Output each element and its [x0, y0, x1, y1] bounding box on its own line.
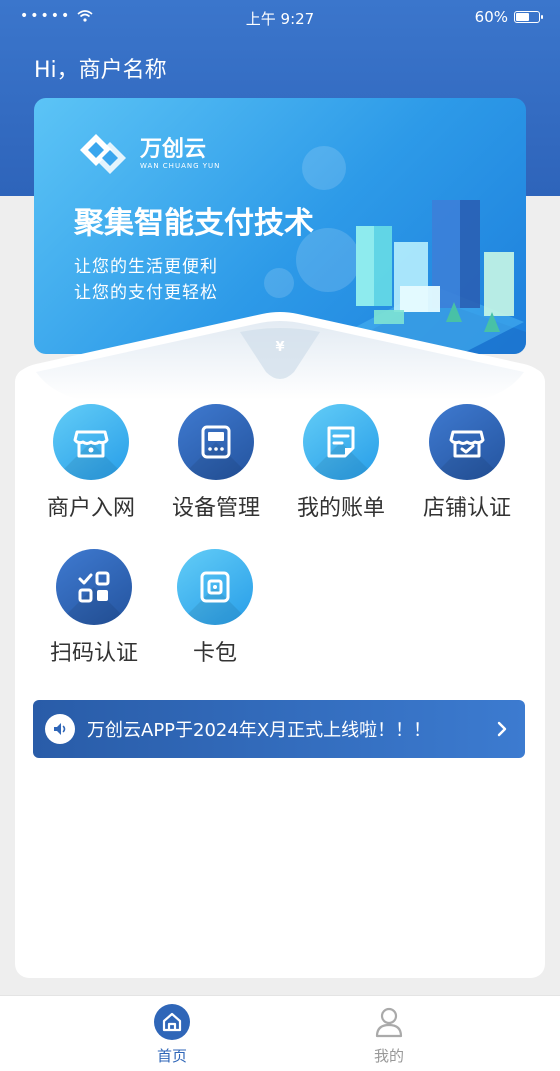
menu-item-my-bills[interactable]: 我的账单: [279, 404, 403, 522]
greeting-text: Hi，商户名称: [34, 58, 167, 83]
chevron-right-icon: [497, 721, 507, 737]
bill-icon: [303, 404, 379, 480]
menu-item-label: 扫码认证: [49, 641, 138, 666]
store-verify-icon: [429, 404, 505, 480]
announcement-bar[interactable]: 万创云APP于2024年X月正式上线啦！！！: [33, 700, 525, 758]
brand-name: 万创云: [140, 137, 207, 162]
brand-name-en: WAN CHUANG YUN: [140, 162, 221, 170]
banner-notch: [15, 312, 545, 400]
tab-label: 首页: [156, 1047, 187, 1065]
banner-bubble: [264, 268, 294, 298]
qr-scan-icon: [56, 549, 132, 625]
bottom-tab-bar: 首页 我的: [0, 995, 560, 1071]
menu-item-device-management[interactable]: 设备管理: [154, 404, 278, 522]
brand-logo: 万创云 WAN CHUANG YUN: [74, 132, 220, 176]
banner-title: 聚集智能支付技术: [74, 206, 314, 241]
menu-item-qr-verification[interactable]: 扫码认证: [32, 549, 156, 667]
store-icon: [53, 404, 129, 480]
speaker-icon: [45, 714, 75, 744]
card-wallet-icon: [177, 549, 253, 625]
brand-logo-icon: [80, 134, 126, 174]
menu-item-store-verification[interactable]: 店铺认证: [405, 404, 529, 522]
home-icon: [154, 1004, 190, 1040]
status-bar: ••••• 上午 9:27 60%: [0, 0, 560, 34]
menu-item-label: 店铺认证: [422, 496, 511, 521]
tab-label: 我的: [373, 1047, 404, 1065]
menu-item-label: 商户入网: [46, 496, 135, 521]
menu-item-label: 我的账单: [296, 496, 385, 521]
menu-item-card-wallet[interactable]: 卡包: [153, 549, 277, 667]
banner-subtitle-2: 让您的支付更轻松: [74, 283, 218, 303]
menu-item-label: 设备管理: [171, 496, 260, 521]
banner-subtitle-1: 让您的生活更便利: [74, 257, 218, 277]
tab-home[interactable]: 首页: [122, 1004, 222, 1066]
menu-item-merchant-onboarding[interactable]: 商户入网: [29, 404, 153, 522]
menu-item-label: 卡包: [192, 641, 237, 666]
tab-profile[interactable]: 我的: [339, 1004, 439, 1066]
battery-fill: [516, 13, 530, 21]
battery-percent: 60%: [474, 8, 508, 26]
battery-icon: [514, 11, 543, 23]
user-icon: [371, 1004, 407, 1040]
yen-symbol: ¥: [275, 340, 285, 355]
announcement-text: 万创云APP于2024年X月正式上线啦！！！: [87, 720, 432, 741]
pos-device-icon: [178, 404, 254, 480]
battery-indicator: 60%: [474, 8, 543, 26]
